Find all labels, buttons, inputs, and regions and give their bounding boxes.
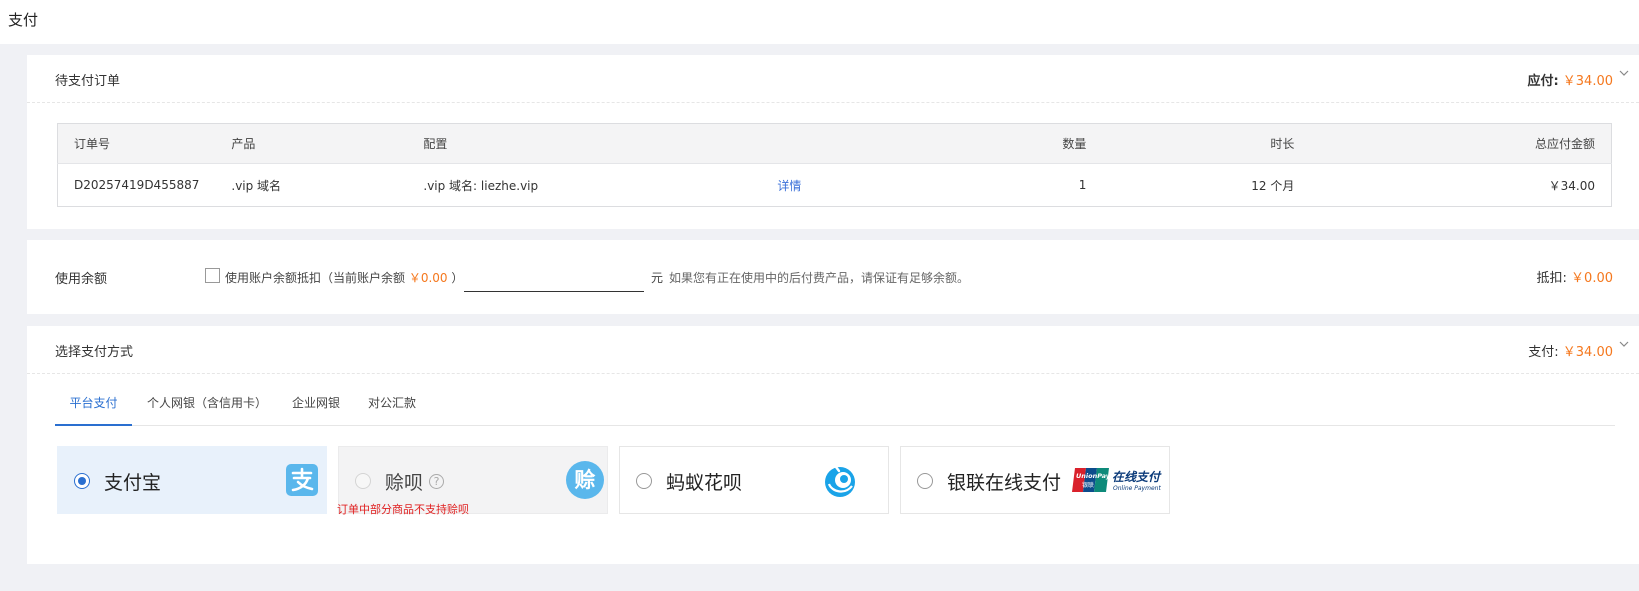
pending-order-header[interactable]: 待支付订单 应付: ￥34.00	[27, 55, 1639, 103]
alipay-label: 支付宝	[104, 472, 162, 494]
product-config: .vip 域名: liezhe.vip	[423, 178, 539, 193]
pay-label: 支付:	[1528, 345, 1559, 360]
tab-personal-bank[interactable]: 个人网银（含信用卡）	[147, 392, 267, 426]
current-balance: ￥0.00	[408, 271, 448, 285]
deduct-label: 抵扣:	[1536, 271, 1567, 286]
top-bar: 支付	[0, 0, 1639, 44]
huabei-label: 蚂蚁花呗	[666, 472, 743, 494]
shebei-icon: 赊	[566, 461, 604, 499]
unionpay-en: Online Payment	[1113, 485, 1161, 492]
quantity: 1	[1078, 178, 1087, 192]
unit-label: 元	[651, 271, 664, 285]
payment-method-huabei[interactable]: 蚂蚁花呗	[619, 446, 889, 514]
duration: 12 个月	[1251, 178, 1295, 193]
unionpay-brand: UnionPay	[1076, 472, 1111, 480]
shebei-label: 赊呗	[385, 472, 424, 494]
huabei-radio[interactable]	[636, 473, 652, 489]
alipay-radio[interactable]	[74, 473, 90, 489]
row-total: ￥34.00	[1548, 178, 1595, 193]
due-amount: ￥34.00	[1562, 74, 1613, 89]
unionpay-icon: UnionPay 银联 在线支付 Online Payment	[1072, 467, 1166, 496]
use-balance-label[interactable]: 使用账户余额抵扣（当前账户余额 ￥0.00 ）	[225, 269, 463, 286]
payment-method-card: 选择支付方式 支付: ￥34.00 平台支付 个人网银（含信用卡） 企业网银 对…	[27, 326, 1639, 564]
shebei-label-wrap: 赊呗?	[385, 468, 445, 495]
alipay-icon	[286, 464, 318, 499]
balance-card: 使用余额 使用账户余额抵扣（当前账户余额 ￥0.00 ） 元 如果您有正在使用中…	[27, 240, 1639, 314]
payment-method-alipay[interactable]: 支付宝	[57, 446, 327, 514]
col-duration: 时长	[1102, 123, 1311, 164]
page-title: 支付	[8, 11, 39, 29]
use-balance-checkbox[interactable]	[205, 268, 220, 283]
unionpay-cn: 在线支付	[1112, 470, 1162, 484]
tab-corporate-transfer[interactable]: 对公汇款	[368, 392, 416, 426]
order-table-header: 订单号 产品 配置 数量 时长 总应付金额	[57, 123, 1612, 164]
order-no: D20257419D455887	[74, 178, 200, 192]
product-name: .vip 域名	[231, 178, 282, 193]
deduct-total: 抵扣: ￥0.00	[1537, 267, 1613, 286]
payment-method-header[interactable]: 选择支付方式 支付: ￥34.00	[27, 326, 1639, 374]
balance-note: 如果您有正在使用中的后付费产品，请保证有足够余额。	[669, 271, 970, 285]
unionpay-label: 银联在线支付	[947, 472, 1062, 494]
use-balance-text: 使用账户余额抵扣（当前账户余额	[225, 271, 406, 285]
help-icon[interactable]: ?	[429, 474, 445, 489]
col-order-no: 订单号	[57, 123, 216, 164]
payment-method-title: 选择支付方式	[55, 345, 134, 360]
tab-enterprise-bank[interactable]: 企业网银	[292, 392, 340, 426]
shebei-warning: 订单中部分商品不支持赊呗	[337, 503, 469, 516]
balance-amount-input[interactable]	[464, 266, 644, 292]
detail-link[interactable]: 详情	[777, 179, 801, 193]
col-quantity: 数量	[1042, 123, 1103, 164]
tab-platform-pay[interactable]: 平台支付	[55, 392, 132, 426]
col-total: 总应付金额	[1310, 123, 1612, 164]
chevron-down-icon[interactable]	[1619, 339, 1631, 351]
due-label: 应付:	[1527, 74, 1559, 89]
shebei-radio[interactable]	[355, 473, 371, 489]
due-total: 应付: ￥34.00	[1527, 70, 1613, 89]
col-config: 配置	[407, 123, 743, 164]
use-balance-text-close: ）	[451, 271, 464, 285]
unionpay-radio[interactable]	[917, 473, 933, 489]
pay-total: 支付: ￥34.00	[1528, 341, 1613, 360]
pending-order-card: 待支付订单 应付: ￥34.00 订单号 产品 配置 数量 时长 总应付金额 D…	[27, 55, 1639, 229]
unionpay-brand-cn: 银联	[1082, 481, 1094, 489]
payment-method-unionpay[interactable]: 银联在线支付 UnionPay 银联 在线支付 Online Payment	[900, 446, 1170, 514]
payment-tabs: 平台支付 个人网银（含信用卡） 企业网银 对公汇款	[55, 392, 1615, 426]
table-row: D20257419D455887 .vip 域名 .vip 域名: liezhe…	[58, 164, 1612, 207]
huabei-icon	[823, 464, 857, 501]
order-table: 订单号 产品 配置 数量 时长 总应付金额 D20257419D455887 .…	[57, 123, 1612, 207]
pay-amount: ￥34.00	[1562, 345, 1613, 360]
pending-order-title: 待支付订单	[55, 74, 121, 89]
chevron-down-icon[interactable]	[1619, 68, 1631, 80]
col-detail	[742, 123, 1043, 164]
deduct-amount: ￥0.00	[1571, 271, 1613, 286]
balance-title: 使用余额	[55, 272, 108, 287]
col-product: 产品	[215, 123, 408, 164]
